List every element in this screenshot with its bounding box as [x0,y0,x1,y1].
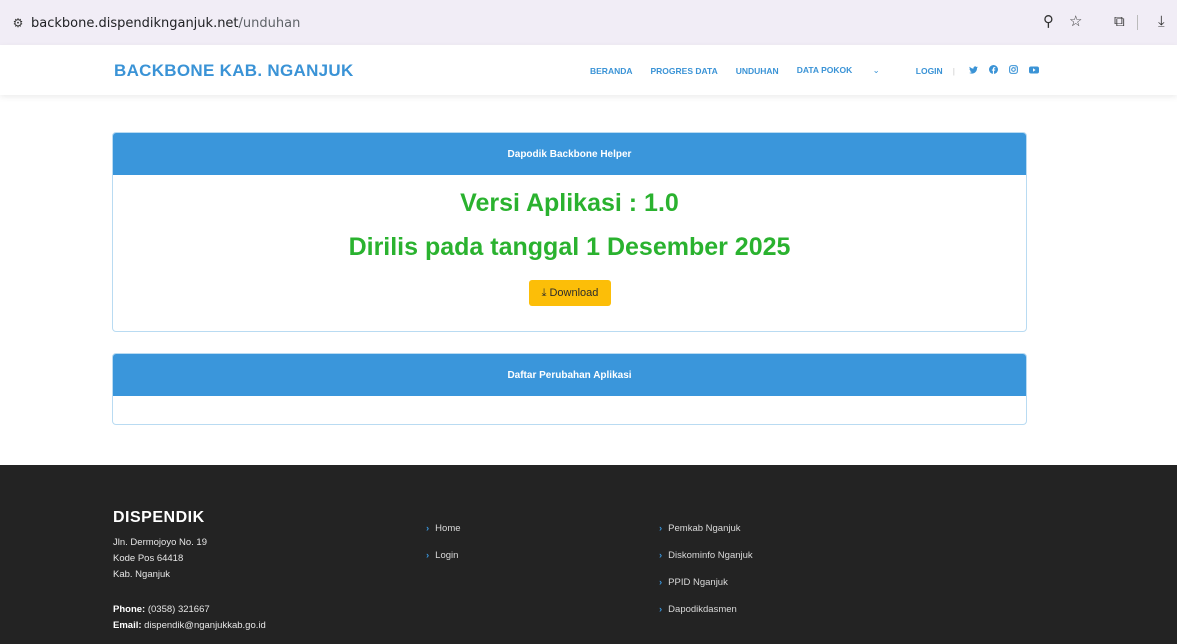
chevron-right-icon: › [659,577,663,588]
release-date: Dirilis pada tanggal 1 Desember 2025 [348,233,791,261]
nav-item-data-pokok[interactable]: DATA POKOK ⌄ [797,65,898,76]
chevron-down-icon: ⌄ [872,65,880,75]
footer-link-label: Home [435,523,461,534]
download-icon[interactable]: ⤓ [1158,12,1165,30]
footer-link-dapodikdasmen[interactable]: › Dapodikdasmen [659,604,753,631]
changelog-card: Daftar Perubahan Aplikasi [112,353,1027,425]
url-host: backbone.dispendiknganjuk.net [31,15,239,31]
footer-title: DISPENDIK [113,509,205,526]
footer-links-nav: › Home › Login [426,523,461,577]
footer-link-label: Pemkab Nganjuk [668,523,741,534]
chevron-right-icon: › [659,604,663,615]
footer-link-ppid[interactable]: › PPID Nganjuk [659,577,753,604]
chevron-right-icon: › [426,523,430,534]
site-footer: DISPENDIK Jln. Dermojoyo No. 19 Kode Pos… [0,465,1177,644]
twitter-icon[interactable] [968,65,978,76]
facebook-icon[interactable] [988,65,998,76]
site-brand[interactable]: BACKBONE KAB. NGANJUK [114,61,354,81]
nav-item-unduhan[interactable]: UNDUHAN [736,66,779,76]
footer-contact: Phone: (0358) 321667 Email: dispendik@ng… [113,602,266,634]
download-icon: ⤓ [541,286,547,299]
footer-link-diskominfo[interactable]: › Diskominfo Nganjuk [659,550,753,577]
footer-link-label: PPID Nganjuk [668,577,728,588]
address-line: Kode Pos 64418 [113,553,184,564]
nav-item-data-pokok-label: DATA POKOK [796,65,853,75]
nav-item-login[interactable]: LOGIN [916,66,943,76]
footer-email: Email: dispendik@nganjukkab.go.id [113,618,266,634]
card-header: Dapodik Backbone Helper [113,133,1026,175]
chevron-right-icon: › [659,523,663,534]
footer-link-label: Diskominfo Nganjuk [668,550,753,561]
footer-address: Jln. Dermojoyo No. 19 Kode Pos 64418 Kab… [113,535,207,583]
footer-link-label: Dapodikdasmen [668,604,737,615]
zoom-icon[interactable]: ⚲ [1043,12,1054,30]
footer-link-label: Login [435,550,459,561]
download-button[interactable]: ⤓ Download [529,280,611,306]
extensions-icon[interactable]: ⧉ [1114,12,1125,30]
phone-label: Phone: [113,604,146,615]
phone-value: (0358) 321667 [147,604,210,615]
email-value: dispendik@nganjukkab.go.id [144,620,266,631]
browser-toolbar: ⚙ backbone.dispendiknganjuk.net/unduhan … [0,0,1177,45]
bookmark-star-icon[interactable]: ☆ [1069,12,1082,30]
nav-item-progres-data[interactable]: PROGRES DATA [651,66,718,76]
chevron-right-icon: › [426,550,430,561]
address-bar[interactable]: ⚙ backbone.dispendiknganjuk.net/unduhan [5,8,1095,38]
url-text: backbone.dispendiknganjuk.net/unduhan [31,16,300,31]
site-info-icon[interactable]: ⚙ [5,16,31,30]
main-nav: BERANDA PROGRES DATA UNDUHAN DATA POKOK … [590,65,1039,76]
download-button-label: Download [549,287,599,299]
email-label: Email: [113,620,142,631]
app-version: Versi Aplikasi : 1.0 [460,189,679,217]
footer-link-pemkab[interactable]: › Pemkab Nganjuk [659,523,753,550]
chevron-right-icon: › [659,550,663,561]
social-links [968,65,1039,76]
address-line: Kab. Nganjuk [113,569,171,580]
footer-link-home[interactable]: › Home [426,523,461,550]
footer-link-login[interactable]: › Login [426,550,461,577]
site-header: BACKBONE KAB. NGANJUK BERANDA PROGRES DA… [0,45,1177,95]
youtube-icon[interactable] [1028,66,1039,76]
url-path: /unduhan [238,15,301,31]
nav-item-beranda[interactable]: BERANDA [590,66,633,76]
card-header: Daftar Perubahan Aplikasi [113,354,1026,396]
footer-phone: Phone: (0358) 321667 [113,602,266,618]
nav-divider: | [952,65,955,76]
footer-links-external: › Pemkab Nganjuk › Diskominfo Nganjuk › PPI… [659,523,753,631]
toolbar-divider [1137,15,1138,30]
instagram-icon[interactable] [1008,65,1018,76]
address-line: Jln. Dermojoyo No. 19 [113,537,207,548]
app-info-card: Dapodik Backbone Helper Versi Aplikasi :… [112,132,1027,332]
